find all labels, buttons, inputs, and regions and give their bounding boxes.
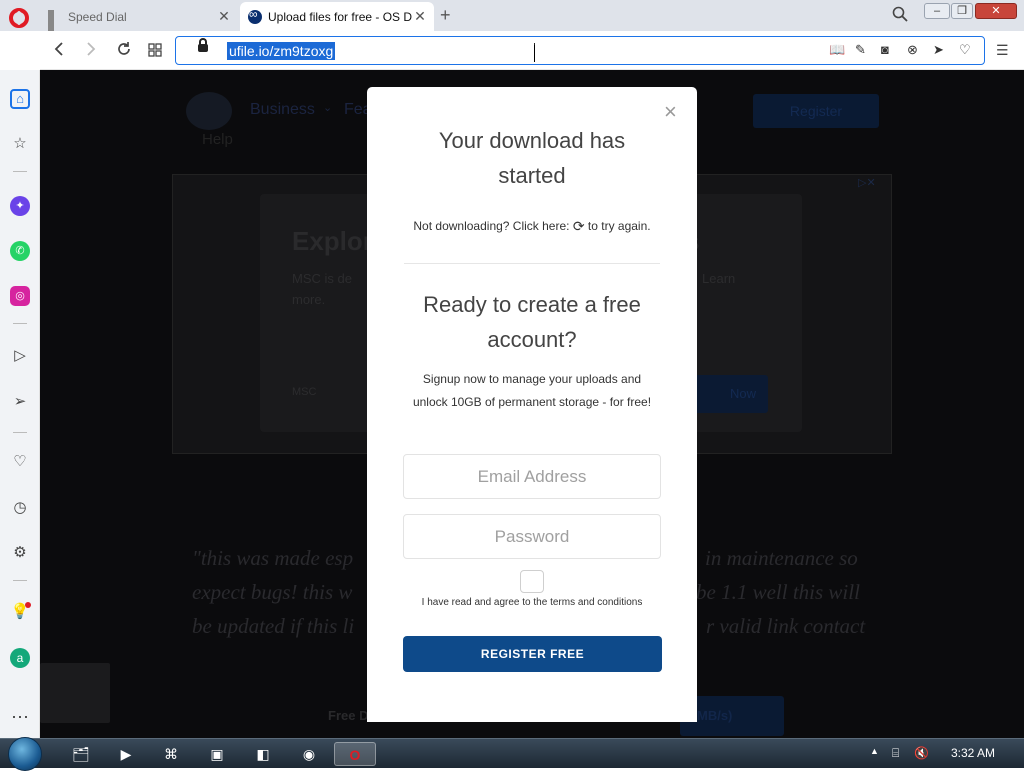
- aria-icon[interactable]: a: [10, 648, 30, 668]
- quote-line: be 1.1 well this will: [696, 580, 860, 604]
- easy-setup-icon[interactable]: ☰: [996, 42, 1009, 59]
- nav-help[interactable]: Help: [202, 131, 233, 148]
- forward-button[interactable]: [84, 41, 98, 62]
- task-manager-taskbar-icon[interactable]: ◧: [242, 742, 284, 766]
- start-button[interactable]: [8, 737, 42, 771]
- send-icon[interactable]: ➤: [933, 42, 944, 58]
- text-cursor-pointer: [534, 45, 536, 62]
- modal-title-line2: started: [498, 163, 566, 188]
- snapshot-camera-icon[interactable]: ◙: [881, 42, 889, 57]
- search-tabs-icon[interactable]: [892, 6, 908, 27]
- tab-ufile[interactable]: Upload files for free - OS D ✕: [240, 2, 434, 31]
- network-tray-icon[interactable]: ⌸: [892, 746, 899, 761]
- minimize-window-button[interactable]: –: [924, 3, 950, 19]
- ad-headline: Explor: [292, 226, 373, 256]
- tab-title: Upload files for free - OS D: [268, 9, 412, 24]
- history-clock-icon[interactable]: ◷: [10, 498, 30, 518]
- recaptcha-badge[interactable]: [40, 663, 110, 723]
- retry-text-before: Not downloading? Click here:: [413, 219, 570, 233]
- signup-title-line2: account?: [487, 327, 577, 352]
- tab-title: Speed Dial: [68, 9, 127, 24]
- signup-title-line1: Ready to create a free: [423, 292, 641, 317]
- divider: [13, 171, 27, 172]
- address-bar[interactable]: ufile.io/zm9tzoxg 📖 ✎ ◙ ⊗ ➤ ♡: [175, 36, 985, 65]
- explorer-taskbar-icon[interactable]: 🗂: [60, 742, 102, 766]
- ad-learn: Learn: [702, 271, 736, 286]
- close-tab-icon[interactable]: ✕: [216, 8, 232, 25]
- windows-taskbar: 🗂 ▶ ⌘ ▣ ◧ ◉ O ▲ ⌸ 🔇 3:32 AM: [0, 737, 1024, 771]
- divider: [13, 323, 27, 324]
- new-tab-plus-icon[interactable]: +: [440, 5, 451, 26]
- more-options-icon[interactable]: ⋯: [10, 707, 30, 727]
- quote-line: in maintenance so: [705, 546, 858, 570]
- password-field[interactable]: [403, 514, 661, 559]
- opera-taskbar-icon[interactable]: O: [334, 742, 376, 766]
- toolbar-left-gap: [0, 31, 40, 70]
- back-button[interactable]: [52, 41, 66, 62]
- signup-text-line1: Signup now to manage your uploads and: [422, 372, 642, 386]
- bookmark-heart-icon[interactable]: ♡: [959, 42, 971, 58]
- settings-gear-icon[interactable]: ⚙: [10, 543, 30, 563]
- speed-label: MB/s): [697, 708, 733, 723]
- close-window-button[interactable]: ✕: [975, 3, 1017, 19]
- modal-divider: [404, 263, 660, 264]
- ad-text: MSC is de: [292, 271, 352, 286]
- send-flow-icon[interactable]: ➢: [10, 392, 30, 412]
- nav-business[interactable]: Business: [250, 101, 315, 119]
- reload-button[interactable]: [116, 41, 132, 62]
- ufile-logo-icon: [186, 92, 232, 130]
- free-download-label: Free D: [328, 708, 369, 723]
- opera-menu-icon[interactable]: [9, 8, 29, 28]
- quote-line: be updated if this li: [192, 614, 355, 638]
- ufile-cloud-icon: [248, 7, 262, 24]
- quote-line: r valid link contact: [706, 614, 866, 638]
- lock-icon[interactable]: [198, 38, 208, 52]
- maximize-window-button[interactable]: ❐: [951, 3, 973, 19]
- tab-strip: Speed Dial ✕ Upload files for free - OS …: [0, 0, 1024, 34]
- tabs-grid-icon[interactable]: [148, 41, 162, 62]
- tab-speed-dial[interactable]: Speed Dial ✕: [40, 2, 238, 34]
- adblock-icon[interactable]: ⊗: [907, 42, 918, 58]
- retry-text-after: to try again.: [587, 219, 651, 233]
- heart-icon[interactable]: ♡: [10, 452, 30, 472]
- share-icon[interactable]: ✎: [855, 42, 866, 58]
- terms-checkbox[interactable]: [520, 570, 544, 593]
- instagram-icon[interactable]: ◎: [10, 286, 30, 306]
- whatsapp-icon[interactable]: ✆: [10, 241, 30, 261]
- divider: [13, 580, 27, 581]
- register-free-button[interactable]: REGISTER FREE: [403, 636, 662, 672]
- ad-choices-icon[interactable]: ▷✕: [858, 176, 876, 189]
- register-nav-button[interactable]: Register: [753, 94, 879, 128]
- taskbar-clock[interactable]: 3:32 AM: [951, 746, 995, 760]
- terms-label: I have read and agree to the terms and c…: [421, 597, 643, 608]
- retry-refresh-icon[interactable]: ⟳: [573, 215, 585, 238]
- reader-mode-icon[interactable]: 📖: [829, 42, 845, 58]
- ad-brand: MSC: [292, 386, 317, 398]
- close-tab-icon[interactable]: ✕: [412, 8, 428, 25]
- speed-dial-grid-icon: [48, 9, 62, 34]
- volume-muted-icon[interactable]: 🔇: [914, 746, 929, 760]
- signup-text-line2: unlock 10GB of permanent storage - for f…: [412, 395, 652, 409]
- modal-title-line1: Your download has: [438, 128, 626, 153]
- retry-text: Not downloading? Click here: ⟳ to try ag…: [367, 215, 697, 238]
- divider: [13, 432, 27, 433]
- ad-text-2: more.: [292, 292, 326, 307]
- system-taskbar-icon[interactable]: ▣: [196, 742, 238, 766]
- quote-line: "this was made esp: [192, 546, 354, 570]
- media-player-taskbar-icon[interactable]: ▶: [105, 742, 147, 766]
- chevron-down-icon: ⌄: [323, 102, 333, 114]
- show-hidden-icons-icon[interactable]: ▲: [870, 746, 879, 756]
- notification-dot: [25, 602, 31, 608]
- messenger-icon[interactable]: ✦: [10, 196, 30, 216]
- email-field[interactable]: [403, 454, 661, 499]
- chrome-taskbar-icon[interactable]: ◉: [288, 742, 330, 766]
- star-icon[interactable]: ☆: [10, 134, 30, 154]
- network-taskbar-icon[interactable]: ⌘: [150, 742, 192, 766]
- home-icon[interactable]: ⌂: [10, 89, 30, 109]
- url-text[interactable]: ufile.io/zm9tzoxg: [227, 42, 336, 60]
- sidebar: ⌂ ☆ ✦ ✆ ◎ ▷ ➢ ♡ ◷ ⚙ 💡 a ⋯: [0, 70, 40, 738]
- player-icon[interactable]: ▷: [10, 346, 30, 366]
- quote-line: expect bugs! this w: [192, 580, 353, 604]
- close-modal-icon[interactable]: ×: [664, 99, 677, 125]
